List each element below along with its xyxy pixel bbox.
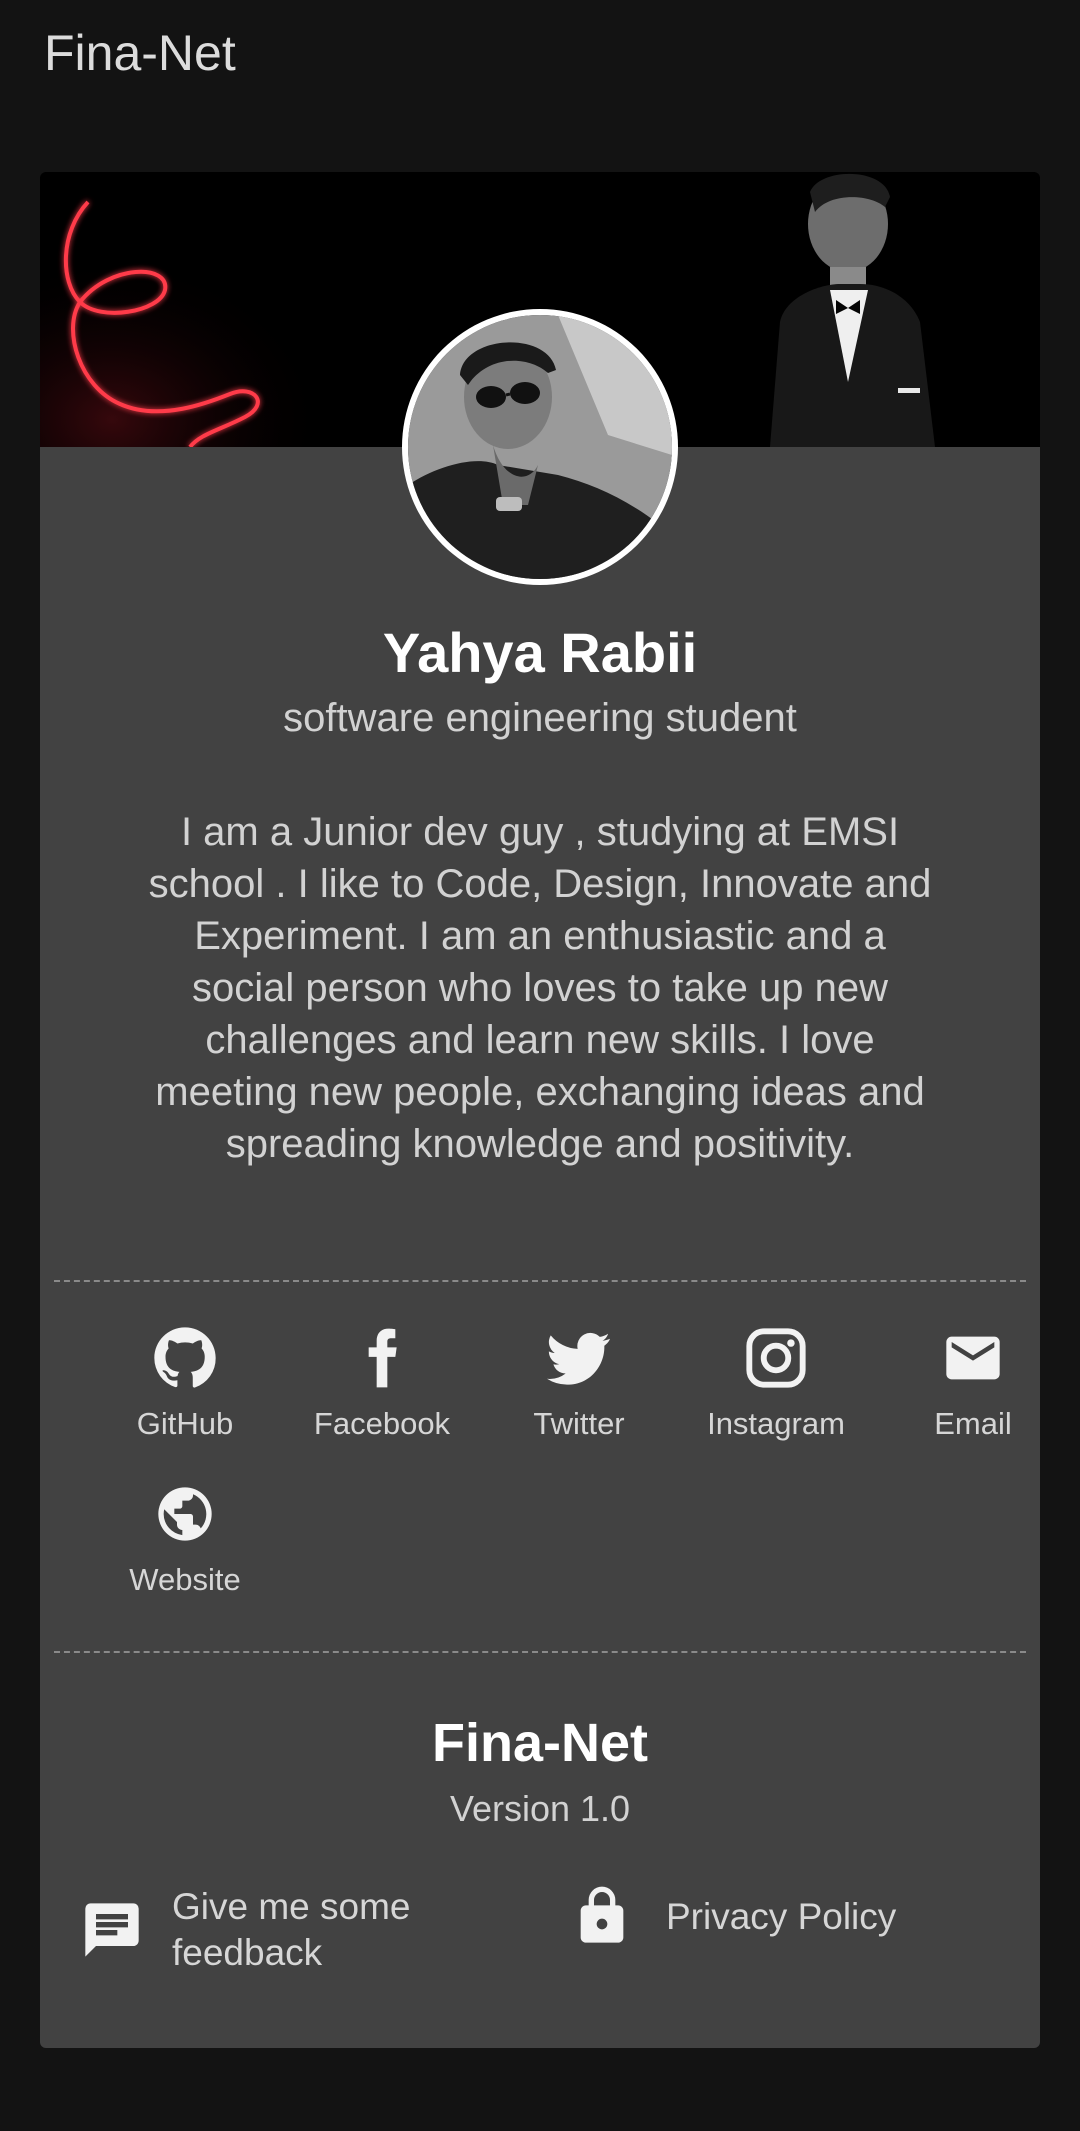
feedback-label: Give me some feedback: [172, 1886, 411, 1973]
email-icon: [941, 1326, 1005, 1390]
footer-app-name: Fina-Net: [432, 1713, 648, 1773]
profile-bio: I am a Junior dev guy , studying at EMSI…: [148, 810, 932, 1166]
globe-icon: [153, 1482, 217, 1546]
divider-top: [54, 1280, 1026, 1282]
email-link[interactable]: Email: [883, 1326, 1040, 1456]
instagram-icon: [744, 1326, 808, 1390]
twitter-label: Twitter: [533, 1406, 625, 1441]
profile-name: Yahya Rabii: [382, 621, 698, 684]
website-link[interactable]: Website: [95, 1482, 275, 1612]
divider-bottom: [54, 1651, 1026, 1653]
twitter-link[interactable]: Twitter: [489, 1326, 669, 1456]
privacy-policy-button[interactable]: Privacy Policy: [570, 1884, 990, 1984]
profile-card: Yahya Rabii software engineering student…: [40, 172, 1040, 2048]
avatar: [402, 309, 678, 585]
feedback-button[interactable]: Give me some feedback: [80, 1884, 500, 1984]
email-label: Email: [934, 1406, 1012, 1441]
privacy-policy-label: Privacy Policy: [666, 1896, 897, 1937]
instagram-label: Instagram: [707, 1406, 845, 1441]
feedback-icon: [80, 1898, 144, 1962]
website-label: Website: [129, 1562, 241, 1597]
facebook-icon: [350, 1326, 414, 1390]
avatar-photo: [408, 315, 672, 579]
github-link[interactable]: GitHub: [95, 1326, 275, 1456]
instagram-link[interactable]: Instagram: [686, 1326, 866, 1456]
app-bar: Fina-Net: [0, 0, 1080, 112]
twitter-icon: [547, 1326, 611, 1390]
github-icon: [153, 1326, 217, 1390]
app-version: Version 1.0: [449, 1788, 631, 1829]
profile-subtitle: software engineering student: [283, 696, 797, 740]
facebook-label: Facebook: [313, 1406, 451, 1441]
lock-icon: [570, 1884, 634, 1948]
app-title: Fina-Net: [44, 25, 236, 81]
facebook-link[interactable]: Facebook: [292, 1326, 472, 1456]
github-label: GitHub: [136, 1406, 234, 1441]
